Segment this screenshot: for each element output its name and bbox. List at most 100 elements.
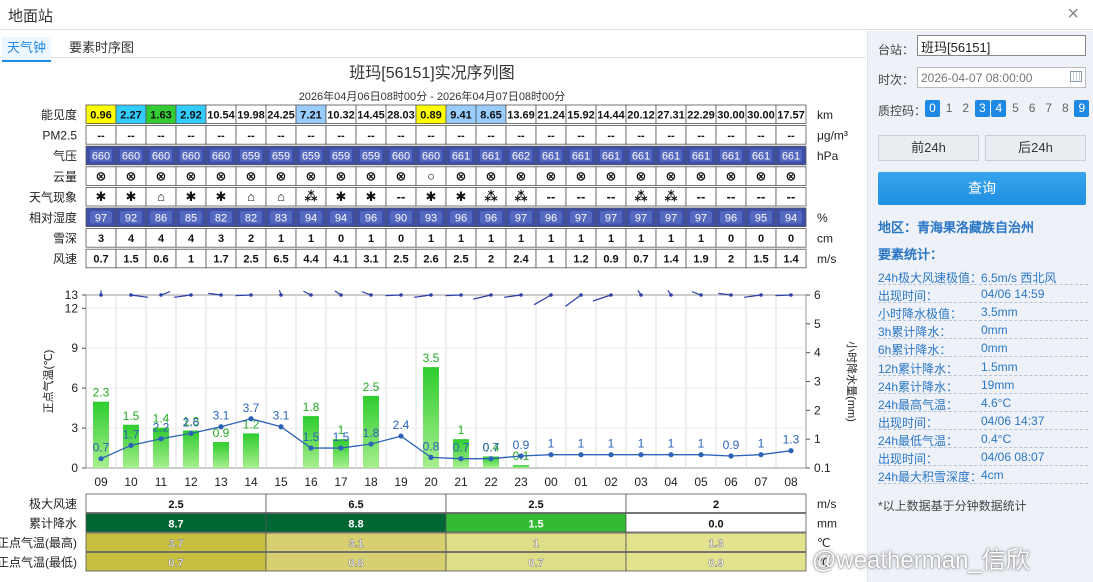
station-chart: 班玛[56151]实况序列图 2026年04月06日08时00分 - 2026年0… xyxy=(0,64,859,572)
x-tick: 16 xyxy=(304,475,318,489)
table-value: 661 xyxy=(692,151,710,163)
summary-value: 0.8 xyxy=(348,558,363,570)
qc-code-5[interactable]: 5 xyxy=(1008,100,1023,117)
table-value: 24.25 xyxy=(267,110,295,122)
table-value: 9.41 xyxy=(450,110,471,122)
x-tick: 14 xyxy=(244,475,258,489)
table-value: 4.4 xyxy=(303,254,319,266)
summary-label: 累计降水 xyxy=(29,517,77,531)
table-value: ✱ xyxy=(216,189,227,204)
qc-code-3[interactable]: 3 xyxy=(974,100,990,117)
x-tick: 15 xyxy=(274,475,288,489)
x-tick: 05 xyxy=(694,475,708,489)
table-value: 660 xyxy=(182,151,200,163)
wind-barb xyxy=(235,294,252,297)
table-value: 17.57 xyxy=(777,110,805,122)
table-value: ⁂ xyxy=(484,189,498,204)
wind-barb-dot xyxy=(579,293,583,297)
station-input[interactable]: 班玛[56151] xyxy=(917,35,1086,56)
table-value: -- xyxy=(547,130,555,142)
table-value: 14.44 xyxy=(597,110,625,122)
table-value: -- xyxy=(757,130,765,142)
qc-code-0[interactable]: 0 xyxy=(925,100,940,117)
table-value: ○ xyxy=(427,168,435,183)
calendar-icon[interactable] xyxy=(1070,71,1082,82)
table-value: 92 xyxy=(125,213,137,225)
stat-row: 24h极大风速极值： 6.5m/s 西北风 xyxy=(878,267,1088,285)
y-left-tick: 13 xyxy=(65,288,79,302)
stat-row: 24h最高气温： 4.6°C xyxy=(878,394,1088,412)
table-value: 660 xyxy=(152,151,170,163)
row-label: 能见度 xyxy=(41,107,77,122)
wind-barb xyxy=(775,294,792,297)
table-value: 82 xyxy=(245,213,257,225)
qc-code-9[interactable]: 9 xyxy=(1074,100,1090,117)
table-value: 1.9 xyxy=(693,254,708,266)
table-value: -- xyxy=(697,130,705,142)
x-tick: 23 xyxy=(514,475,528,489)
table-value: 22.29 xyxy=(687,110,715,122)
temperature-label: 1 xyxy=(698,437,705,451)
table-value: -- xyxy=(697,189,706,204)
table-value: 2.92 xyxy=(180,110,201,122)
next-24h-button[interactable]: 后24h xyxy=(985,135,1086,161)
stat-value: 6.5m/s 西北风 xyxy=(981,271,1057,285)
stat-row: 出现时间： 04/06 14:37 xyxy=(878,412,1088,430)
qc-code-7[interactable]: 7 xyxy=(1041,100,1056,117)
prev-24h-button[interactable]: 前24h xyxy=(878,135,979,161)
summary-label: 极大风速 xyxy=(29,497,77,511)
temperature-point xyxy=(158,436,164,442)
table-value: ⊗ xyxy=(186,168,197,183)
temperature-label: 3.7 xyxy=(243,401,260,415)
qc-code-4[interactable]: 4 xyxy=(991,100,1007,117)
table-value: 661 xyxy=(542,151,560,163)
x-tick: 12 xyxy=(184,475,198,489)
qc-code-2[interactable]: 2 xyxy=(958,100,973,117)
table-value: -- xyxy=(427,130,435,142)
table-value: 27.31 xyxy=(657,110,685,122)
table-value: 661 xyxy=(662,151,680,163)
qc-label: 质控码： xyxy=(878,104,927,118)
table-value: 0 xyxy=(338,233,344,245)
temperature-point xyxy=(308,445,314,451)
qc-code-8[interactable]: 8 xyxy=(1058,100,1073,117)
row-label: 风速 xyxy=(53,252,77,266)
table-value: 659 xyxy=(362,151,380,163)
wind-barb-dot xyxy=(99,293,103,297)
table-value: ⊗ xyxy=(606,168,617,183)
table-value: ⌂ xyxy=(247,189,255,204)
wind-barb-dot xyxy=(669,293,673,297)
tab-element-series[interactable]: 要素时序图 xyxy=(69,37,134,56)
temperature-point xyxy=(98,456,104,462)
table-value: -- xyxy=(757,189,766,204)
window-title: 地面站 xyxy=(8,8,54,25)
temperature-point xyxy=(608,452,614,458)
table-value: 0.9 xyxy=(603,254,618,266)
stat-key: 24h最低气温： xyxy=(878,433,959,448)
qc-code-1[interactable]: 1 xyxy=(942,100,957,117)
table-value: ✱ xyxy=(456,189,467,204)
table-value: 90 xyxy=(395,213,407,225)
wind-barb-dot xyxy=(339,293,343,297)
qc-code-6[interactable]: 6 xyxy=(1025,100,1040,117)
table-value: ⊗ xyxy=(486,168,497,183)
row-unit: km xyxy=(817,108,833,122)
table-value: -- xyxy=(397,189,406,204)
y-right-tick: 1 xyxy=(814,432,821,446)
temperature-label: 1 xyxy=(578,437,585,451)
time-input[interactable]: 2026-04-07 08:00:00 xyxy=(917,67,1086,88)
x-tick: 17 xyxy=(334,475,348,489)
table-value: ⊗ xyxy=(306,168,317,183)
query-button[interactable]: 查询 xyxy=(878,172,1086,205)
y-left-tick: 3 xyxy=(71,421,78,435)
y-left-tick: 12 xyxy=(65,301,79,315)
precip-label: 1.5 xyxy=(123,409,140,423)
close-icon[interactable]: × xyxy=(1067,3,1079,26)
table-value: ⊗ xyxy=(726,168,737,183)
stat-key: 24h累计降水： xyxy=(878,379,959,394)
table-value: ⊗ xyxy=(366,168,377,183)
precip-label: 2.3 xyxy=(93,386,110,400)
table-value: -- xyxy=(397,130,405,142)
table-value: 1.5 xyxy=(123,254,138,266)
row-label: 天气现象 xyxy=(29,189,77,204)
